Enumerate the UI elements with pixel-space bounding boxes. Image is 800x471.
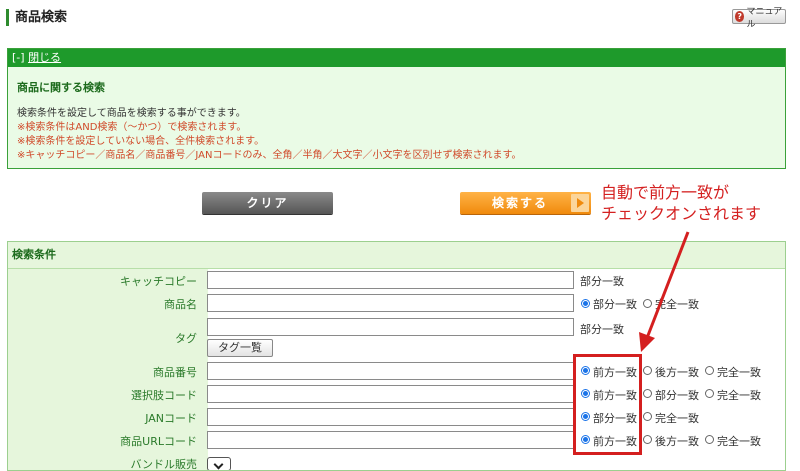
radio-label: 完全一致 — [655, 298, 699, 311]
search-conditions-panel: 検索条件 キャッチコピー 部分一致 商品名 部分一致 完全一致 タグ 部分一致 … — [7, 241, 786, 471]
match-mode-text: 部分一致 — [580, 323, 624, 336]
product-name-input[interactable] — [207, 294, 574, 312]
field-label-product-name: 商品名 — [164, 298, 197, 311]
radio-exact-match[interactable] — [643, 412, 652, 421]
info-warning-line: ※検索条件はAND検索（〜かつ）で検索されます。 — [17, 122, 247, 133]
radio-exact-match[interactable] — [643, 299, 652, 308]
search-conditions-heading: 検索条件 — [8, 242, 785, 269]
tag-list-button[interactable]: タグ一覧 — [207, 339, 273, 357]
field-label-bundle-sale: バンドル販売 — [130, 458, 197, 471]
catchcopy-input[interactable] — [207, 271, 574, 289]
field-label-jan-code: JANコード — [145, 412, 197, 425]
field-label-product-url-code: 商品URLコード — [120, 435, 197, 448]
arrow-right-icon — [571, 194, 589, 212]
radio-suffix-match[interactable] — [643, 435, 652, 444]
manual-button-label: マニュアル — [746, 6, 783, 30]
radio-label: 後方一致 — [655, 366, 699, 379]
info-warning-line: ※キャッチコピー／商品名／商品番号／JANコードのみ、全角／半角／大文字／小文字… — [17, 150, 522, 161]
radio-partial-match[interactable] — [643, 389, 652, 398]
manual-button[interactable]: ? マニュアル — [732, 7, 786, 30]
search-button[interactable]: 検索する — [460, 192, 591, 214]
bundle-sale-select[interactable] — [207, 457, 231, 470]
radio-partial-match[interactable] — [581, 299, 590, 308]
radio-label: 部分一致 — [593, 298, 637, 311]
radio-exact-match[interactable] — [705, 389, 714, 398]
radio-label: 部分一致 — [655, 389, 699, 402]
info-warning-line: ※検索条件を設定していない場合、全件検索されます。 — [17, 136, 265, 147]
close-link[interactable]: 閉じる — [28, 51, 61, 64]
radio-label: 完全一致 — [655, 412, 699, 425]
annotation-line: 自動で前方一致が — [601, 183, 730, 202]
radio-exact-match[interactable] — [705, 366, 714, 375]
field-label-catchcopy: キャッチコピー — [120, 275, 197, 288]
info-line: 検索条件を設定して商品を検索する事ができます。 — [17, 108, 246, 119]
radio-suffix-match[interactable] — [643, 366, 652, 375]
field-label-tag: タグ — [175, 332, 197, 345]
radio-label: 完全一致 — [717, 389, 761, 402]
field-label-product-number: 商品番号 — [153, 366, 197, 379]
page-title: 商品検索 — [6, 9, 67, 26]
info-panel-header: [-] 閉じる — [8, 49, 785, 67]
radio-exact-match[interactable] — [705, 435, 714, 444]
option-code-input[interactable] — [207, 385, 574, 403]
highlight-box — [573, 354, 642, 455]
help-icon: ? — [735, 11, 745, 22]
radio-label: 完全一致 — [717, 435, 761, 448]
tag-input[interactable] — [207, 318, 574, 336]
info-heading: 商品に関する検索 — [17, 81, 105, 94]
match-mode-text: 部分一致 — [580, 275, 624, 288]
radio-label: 後方一致 — [655, 435, 699, 448]
info-panel: [-] 閉じる 商品に関する検索 検索条件を設定して商品を検索する事ができます。… — [7, 48, 786, 169]
product-url-code-input[interactable] — [207, 431, 574, 449]
radio-label: 完全一致 — [717, 366, 761, 379]
search-button-label: 検索する — [492, 196, 549, 210]
annotation-text: 自動で前方一致が チェックオンされます — [601, 182, 797, 224]
collapse-indicator: [-] — [12, 51, 25, 64]
jan-code-input[interactable] — [207, 408, 574, 426]
product-number-input[interactable] — [207, 362, 574, 380]
field-label-option-code: 選択肢コード — [131, 389, 197, 402]
annotation-line: チェックオンされます — [601, 204, 762, 223]
clear-button[interactable]: クリア — [202, 192, 333, 214]
